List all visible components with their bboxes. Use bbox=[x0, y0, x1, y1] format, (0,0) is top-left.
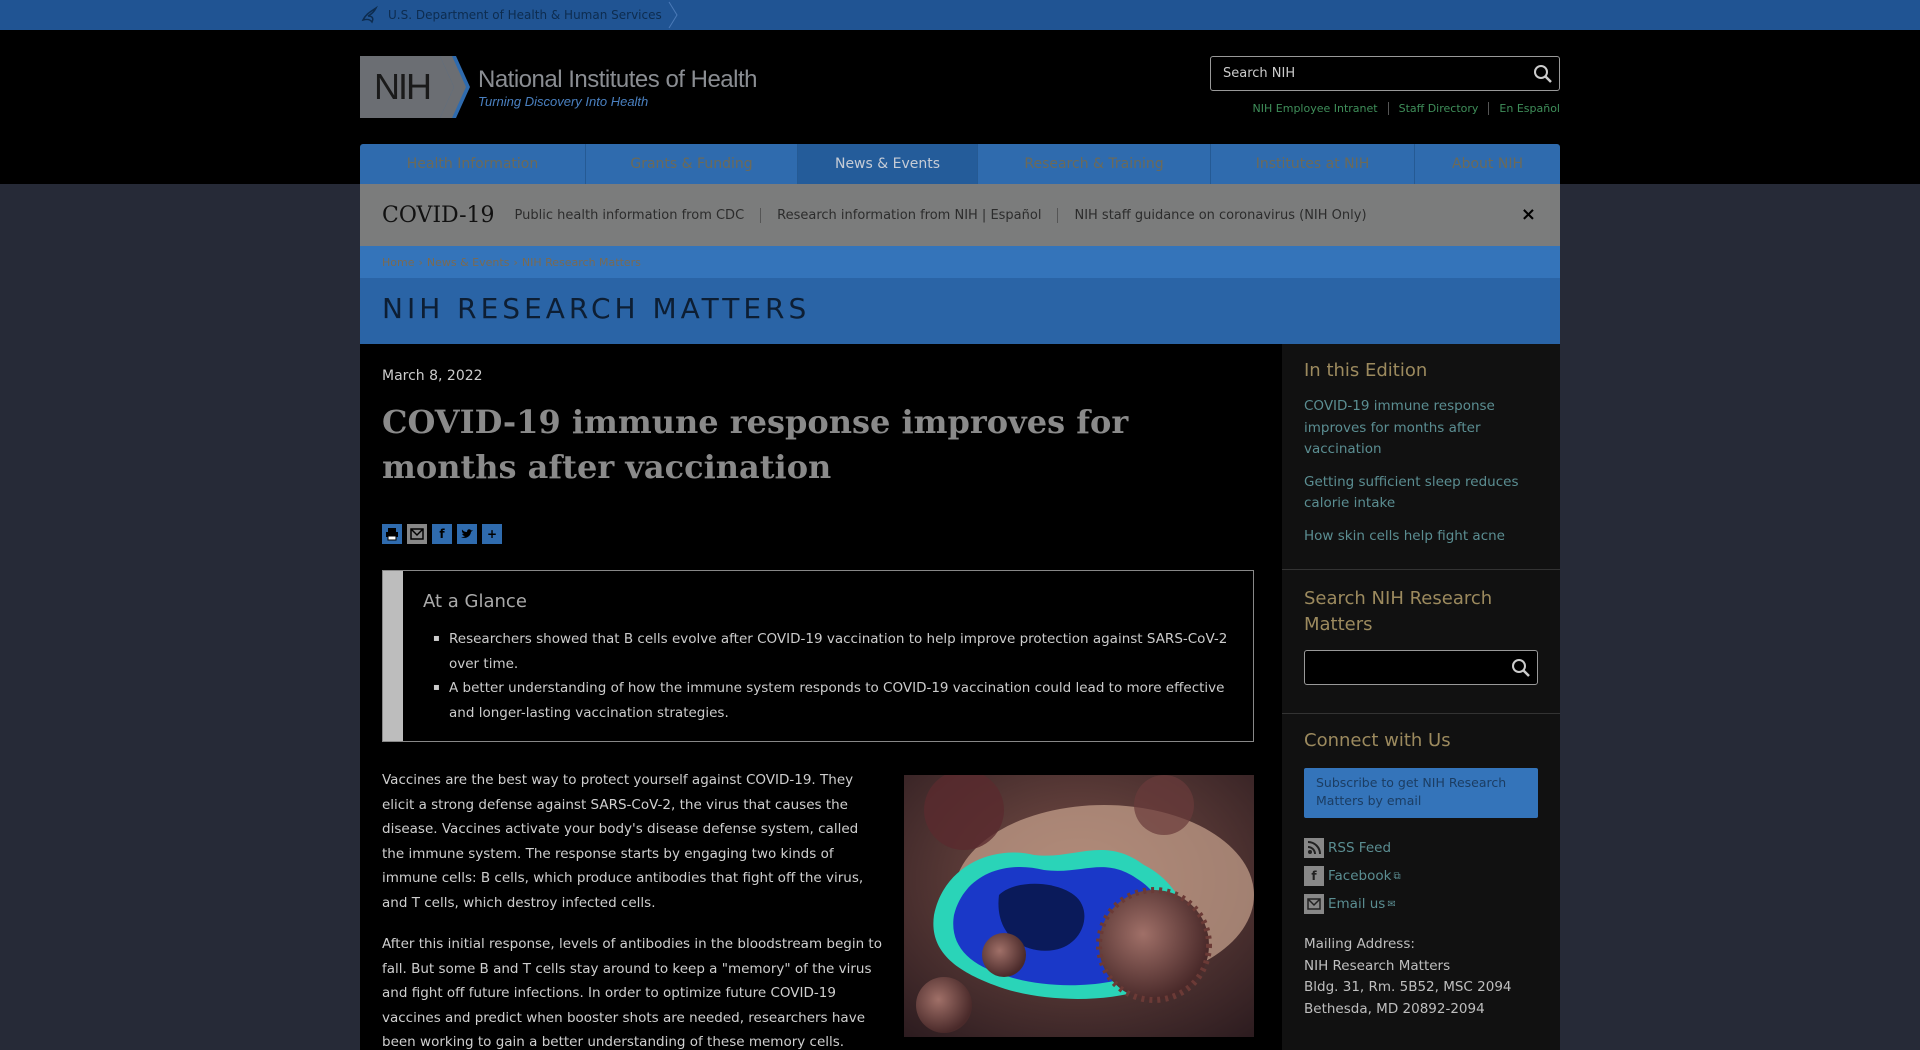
search-rm-heading: Search NIH Research Matters bbox=[1304, 588, 1493, 635]
rm-search-input[interactable] bbox=[1305, 651, 1505, 684]
connect-with-us: Connect with Us Subscribe to get NIH Res… bbox=[1282, 714, 1560, 1050]
utility-links: NIH Employee Intranet Staff Directory En… bbox=[1243, 102, 1560, 115]
in-this-edition: In this Edition COVID-19 immune response… bbox=[1282, 344, 1560, 570]
logo-subtitle: Turning Discovery Into Health bbox=[478, 93, 649, 109]
nav-institutes[interactable]: Institutes at NIH bbox=[1211, 144, 1415, 184]
external-link-icon: ⧉ bbox=[1393, 870, 1401, 882]
covid-link-cdc[interactable]: Public health information from CDC bbox=[515, 208, 761, 223]
search-research-matters: Search NIH Research Matters bbox=[1282, 570, 1560, 714]
facebook-share-icon[interactable]: f bbox=[432, 524, 452, 544]
edition-heading: In this Edition bbox=[1304, 360, 1428, 381]
more-share-icon[interactable]: + bbox=[482, 524, 502, 544]
covid-banner: COVID-19 Public health information from … bbox=[360, 184, 1560, 246]
site-search bbox=[1210, 56, 1560, 91]
social-label: Facebook bbox=[1328, 868, 1392, 884]
print-icon[interactable] bbox=[382, 524, 402, 544]
banner-title: NIH RESEARCH MATTERS bbox=[382, 292, 811, 325]
close-icon[interactable]: × bbox=[1521, 204, 1536, 225]
social-label: Email us bbox=[1328, 896, 1386, 912]
glance-list: Researchers showed that B cells evolve a… bbox=[423, 627, 1243, 725]
article-image bbox=[904, 775, 1254, 1037]
social-link-rss[interactable]: RSS Feed bbox=[1304, 834, 1401, 862]
breadcrumb: Home › News & Events › NIH Research Matt… bbox=[360, 246, 1560, 278]
nih-logo[interactable]: NIH National Institutes of Health Turnin… bbox=[360, 56, 758, 118]
glance-title: At a Glance bbox=[423, 591, 527, 612]
glance-item: A better understanding of how the immune… bbox=[423, 676, 1243, 725]
search-icon[interactable] bbox=[1533, 64, 1553, 84]
search-input[interactable] bbox=[1211, 57, 1511, 90]
nav-about[interactable]: About NIH bbox=[1415, 144, 1560, 184]
nav-health-information[interactable]: Health Information bbox=[360, 144, 586, 184]
email-share-icon[interactable] bbox=[407, 524, 427, 544]
util-link-espanol[interactable]: En Español bbox=[1488, 102, 1560, 115]
subscribe-button[interactable]: Subscribe to get NIH Research Matters by… bbox=[1304, 768, 1538, 818]
breadcrumb-current: NIH Research Matters bbox=[521, 255, 641, 269]
mailing-line: NIH Research Matters bbox=[1304, 957, 1451, 974]
section-banner: NIH RESEARCH MATTERS bbox=[360, 278, 1560, 344]
article-paragraph: Vaccines are the best way to protect you… bbox=[382, 772, 864, 911]
social-link-email[interactable]: Email us ✉ bbox=[1304, 890, 1401, 918]
social-link-facebook[interactable]: f Facebook ⧉ bbox=[1304, 862, 1401, 890]
edition-link[interactable]: How skin cells help fight acne bbox=[1304, 526, 1534, 548]
article-date: March 8, 2022 bbox=[382, 368, 483, 384]
glance-item: Researchers showed that B cells evolve a… bbox=[423, 627, 1243, 676]
mailing-address: Mailing Address: NIH Research Matters Bl… bbox=[1304, 934, 1512, 1020]
nav-research-training[interactable]: Research & Training bbox=[978, 144, 1211, 184]
glance-accent-bar bbox=[383, 571, 403, 741]
covid-link-research[interactable]: Research information from NIH | Español bbox=[760, 207, 1057, 223]
rm-search-box bbox=[1304, 650, 1538, 685]
rss-icon bbox=[1304, 838, 1324, 858]
main-nav: Health Information Grants & Funding News… bbox=[360, 144, 1560, 184]
facebook-icon: f bbox=[1304, 866, 1324, 886]
mailing-label: Mailing Address: bbox=[1304, 936, 1415, 952]
mailing-line: Bldg. 31, Rm. 5B52, MSC 2094 bbox=[1304, 979, 1512, 995]
nav-news-events[interactable]: News & Events bbox=[798, 144, 978, 184]
connect-heading: Connect with Us bbox=[1304, 730, 1451, 751]
mail-link-icon: ✉ bbox=[1387, 898, 1396, 910]
covid-link-staff[interactable]: NIH staff guidance on coronavirus (NIH O… bbox=[1057, 207, 1382, 223]
breadcrumb-separator: › bbox=[513, 255, 518, 269]
edition-link[interactable]: COVID-19 immune response improves for mo… bbox=[1304, 396, 1534, 461]
email-icon bbox=[1304, 894, 1324, 914]
hhs-label: U.S. Department of Health & Human Servic… bbox=[388, 8, 662, 22]
hhs-eagle-icon bbox=[361, 5, 378, 24]
twitter-share-icon[interactable] bbox=[457, 524, 477, 544]
mailing-line: Bethesda, MD 20892-2094 bbox=[1304, 1000, 1485, 1017]
nih-mark: NIH bbox=[360, 56, 470, 118]
article: March 8, 2022 COVID-19 immune response i… bbox=[360, 344, 1282, 1050]
nih-mark-text: NIH bbox=[374, 66, 432, 107]
edition-link[interactable]: Getting sufficient sleep reduces calorie… bbox=[1304, 472, 1534, 515]
at-a-glance-box: At a Glance Researchers showed that B ce… bbox=[382, 570, 1254, 742]
util-link-intranet[interactable]: NIH Employee Intranet bbox=[1243, 102, 1388, 115]
share-toolbar: f + bbox=[382, 524, 502, 544]
article-title: COVID-19 immune response improves for mo… bbox=[382, 403, 1129, 486]
breadcrumb-home[interactable]: Home bbox=[382, 256, 414, 269]
social-label: RSS Feed bbox=[1328, 840, 1392, 856]
chevron-right-icon bbox=[668, 1, 678, 29]
search-icon[interactable] bbox=[1511, 658, 1531, 678]
logo-title: National Institutes of Health bbox=[478, 65, 758, 93]
covid-title: COVID-19 bbox=[382, 202, 495, 228]
logo-text: National Institutes of Health Turning Di… bbox=[478, 65, 758, 109]
sidebar: In this Edition COVID-19 immune response… bbox=[1282, 344, 1560, 1050]
hhs-link[interactable]: U.S. Department of Health & Human Servic… bbox=[360, 0, 678, 30]
util-link-staff-directory[interactable]: Staff Directory bbox=[1387, 102, 1489, 115]
edition-links: COVID-19 immune response improves for mo… bbox=[1304, 396, 1534, 558]
nih-arrow-icon bbox=[440, 56, 470, 118]
social-links: RSS Feed f Facebook ⧉ Email us ✉ bbox=[1304, 834, 1401, 918]
virus-illustration bbox=[904, 775, 1254, 1037]
hhs-bar: U.S. Department of Health & Human Servic… bbox=[0, 0, 1920, 30]
breadcrumb-news-events[interactable]: News & Events bbox=[427, 256, 510, 269]
nav-grants-funding[interactable]: Grants & Funding bbox=[586, 144, 798, 184]
breadcrumb-separator: › bbox=[418, 255, 423, 269]
article-paragraph: After this initial response, levels of a… bbox=[382, 936, 882, 1050]
